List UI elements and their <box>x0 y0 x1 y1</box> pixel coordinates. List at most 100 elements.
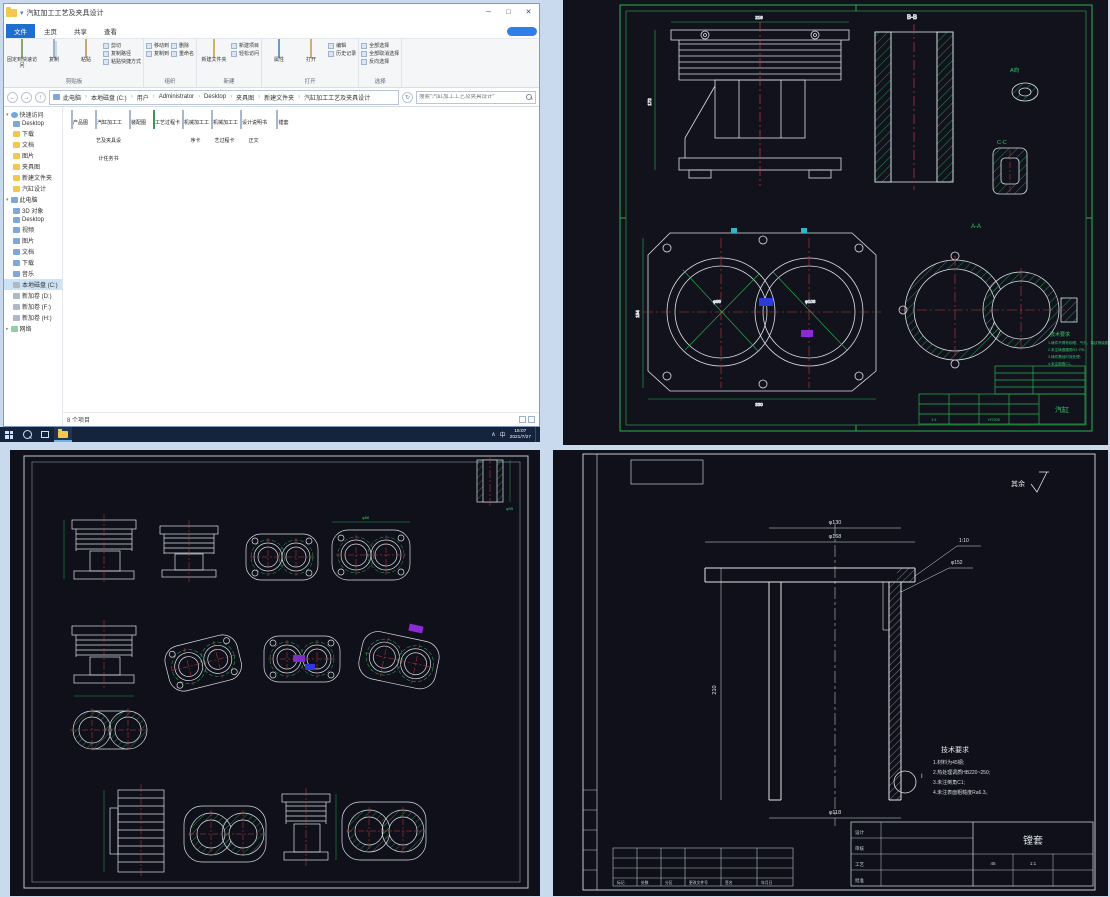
crumb-new-folder[interactable]: 新建文件夹 <box>263 93 295 102</box>
new-item-button[interactable]: 新建项目 <box>231 42 259 50</box>
file-item[interactable]: 工艺过程卡 <box>152 111 181 129</box>
crumb-this-pc[interactable]: 此电脑 <box>62 93 82 102</box>
file-explorer-window: ▾ 汽缸加工工艺及夹具设计 ─ □ ✕ 文件 主页 共享 查看 固定到快速访问 <box>3 3 540 427</box>
sidebar-item-disk-c[interactable]: 本地磁盘 (C:) <box>4 279 62 290</box>
sidebar-item-music[interactable]: 音乐 <box>4 268 62 279</box>
tray-expand-icon[interactable]: ∧ <box>491 431 495 438</box>
rename-button[interactable]: 重命名 <box>171 50 194 58</box>
crumb-fixture[interactable]: 夹具图 <box>235 93 255 102</box>
open-button[interactable]: 打开 <box>296 40 326 64</box>
tab-home[interactable]: 主页 <box>36 24 65 38</box>
new-folder-button[interactable]: 新建文件夹 <box>199 40 229 64</box>
crumb-users[interactable]: 用户 <box>136 93 150 102</box>
copy-button[interactable]: 复制 <box>39 40 69 64</box>
copy-to-button[interactable]: 复制到 <box>146 50 169 58</box>
move-to-button[interactable]: 移动到 <box>146 42 169 50</box>
file-item[interactable]: 镗套 <box>268 111 297 129</box>
select-all-icon <box>361 43 367 49</box>
back-button[interactable]: ← <box>7 92 18 103</box>
thumbnails-view-icon[interactable] <box>528 416 535 423</box>
file-item[interactable]: 装配图 <box>123 111 152 129</box>
paste-shortcut-button[interactable]: 粘贴快捷方式 <box>103 58 141 66</box>
sidebar-item-pictures[interactable]: 图片 <box>4 150 62 161</box>
quick-access-toolbar-icon[interactable]: ▾ <box>20 9 24 17</box>
file-item[interactable]: 产品图 <box>65 111 94 129</box>
easy-access-button[interactable]: 轻松访问 <box>231 50 259 58</box>
notes-title: 技术要求 <box>1050 331 1070 338</box>
part-name: 镗套 <box>1023 834 1043 847</box>
copy-path-icon <box>103 51 109 57</box>
search-button[interactable] <box>18 427 36 442</box>
note-line: 2.热处理调质HB220~250; <box>933 769 990 776</box>
copy-path-button[interactable]: 复制路径 <box>103 50 141 58</box>
cut-button[interactable]: 剪切 <box>103 42 141 50</box>
note-line: 4.未注表面粗糙度Ra6.3。 <box>933 789 991 796</box>
history-button[interactable]: 历史记录 <box>328 50 356 58</box>
crumb-disk-c[interactable]: 本地磁盘 (C:) <box>90 93 128 102</box>
crumb-project[interactable]: 汽缸加工工艺及夹具设计 <box>303 93 371 102</box>
doc-file-icon <box>211 110 213 129</box>
ribbon-group-clipboard: 固定到快速访问 复制 粘贴 剪切 复制路径 粘贴快捷方式 <box>5 39 144 87</box>
easy-access-icon <box>231 51 237 57</box>
sidebar-item-fixture[interactable]: 夹具图 <box>4 161 62 172</box>
ribbon-group-new: 新建文件夹 新建项目 轻松访问 新建 <box>197 39 262 87</box>
folder-icon <box>13 164 20 170</box>
sidebar-item-newfolder[interactable]: 新建文件夹 <box>4 172 62 183</box>
ime-indicator[interactable]: 中 <box>500 430 506 439</box>
taskbar-clock[interactable]: 15:07 2021/7/27 <box>510 429 531 441</box>
sidebar-item-pictures2[interactable]: 图片 <box>4 235 62 246</box>
forward-button[interactable]: → <box>21 92 32 103</box>
file-item[interactable]: 机械加工工艺过程卡 <box>210 111 239 147</box>
sidebar-item-3d-objects[interactable]: 3D 对象 <box>4 205 62 216</box>
pin-to-quick-access-button[interactable]: 固定到快速访问 <box>7 40 37 70</box>
sidebar-item-disk-h[interactable]: 新加卷 (H:) <box>4 312 62 323</box>
sidebar-section-this-pc[interactable]: ▾此电脑 <box>4 194 62 205</box>
promo-badge[interactable] <box>507 27 537 36</box>
up-button[interactable]: ↑ <box>35 92 46 103</box>
sidebar-item-documents[interactable]: 文档 <box>4 139 62 150</box>
select-all-button[interactable]: 全部选择 <box>361 42 399 50</box>
file-item[interactable]: 汽缸加工工艺及夹具设计任务书 <box>94 111 123 165</box>
col-label: 标记 <box>617 880 625 885</box>
close-button[interactable]: ✕ <box>520 6 537 20</box>
edit-button[interactable]: 编辑 <box>328 42 356 50</box>
sidebar-item-downloads2[interactable]: 下载 <box>4 257 62 268</box>
sidebar-item-downloads[interactable]: 下载 <box>4 128 62 139</box>
refresh-button[interactable]: ↻ <box>402 92 413 103</box>
tab-share[interactable]: 共享 <box>66 24 95 38</box>
sidebar-section-network[interactable]: ▸网络 <box>4 323 62 334</box>
search-input[interactable] <box>417 94 526 100</box>
task-view-button[interactable] <box>36 427 54 442</box>
crumb-administrator[interactable]: Administrator <box>158 94 195 100</box>
details-view-icon[interactable] <box>519 416 526 423</box>
network-icon <box>11 326 18 332</box>
sidebar-item-documents2[interactable]: 文档 <box>4 246 62 257</box>
sidebar-item-desktop2[interactable]: Desktop <box>4 216 62 224</box>
file-item[interactable]: 设计说明书正文 <box>239 111 268 147</box>
show-desktop-button[interactable] <box>535 427 539 442</box>
crumb-desktop[interactable]: Desktop <box>203 94 227 100</box>
tab-view[interactable]: 查看 <box>96 24 125 38</box>
properties-button[interactable]: 属性 <box>264 40 294 64</box>
maximize-button[interactable]: □ <box>500 6 517 20</box>
tab-file[interactable]: 文件 <box>6 24 35 38</box>
invert-selection-button[interactable]: 反向选择 <box>361 58 399 66</box>
ribbon: 固定到快速访问 复制 粘贴 剪切 复制路径 粘贴快捷方式 <box>4 39 539 88</box>
sidebar-section-quick-access[interactable]: ▾快速访问 <box>4 109 62 120</box>
select-none-button[interactable]: 全部取消选择 <box>361 50 399 58</box>
move-to-icon <box>146 43 152 49</box>
file-item[interactable]: 机械加工工序卡 <box>181 111 210 147</box>
sidebar-item-disk-f[interactable]: 新加卷 (F:) <box>4 301 62 312</box>
paste-button[interactable]: 粘贴 <box>71 40 101 64</box>
minimize-button[interactable]: ─ <box>480 6 497 20</box>
start-button[interactable] <box>0 427 18 442</box>
folder-icon <box>13 175 20 181</box>
sidebar-item-videos[interactable]: 视频 <box>4 224 62 235</box>
delete-button[interactable]: 删除 <box>171 42 194 50</box>
sidebar-item-project[interactable]: 汽缸设计 <box>4 183 62 194</box>
dim-label: φ118 <box>829 810 841 816</box>
sidebar-item-disk-d[interactable]: 新加卷 (D:) <box>4 290 62 301</box>
breadcrumb[interactable]: 此电脑 本地磁盘 (C:) 用户 Administrator Desktop 夹… <box>49 90 399 105</box>
file-explorer-taskbar-button[interactable] <box>54 427 72 442</box>
sidebar-item-desktop[interactable]: Desktop <box>4 120 62 128</box>
